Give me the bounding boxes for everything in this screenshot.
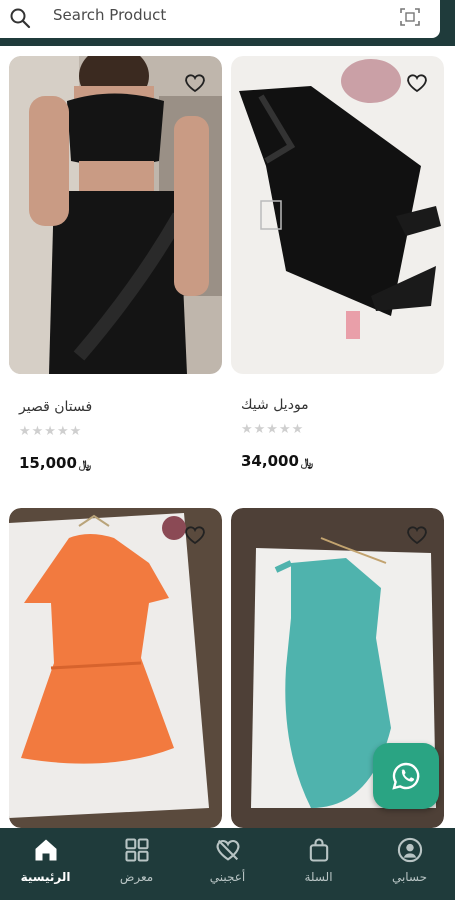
price-value: 34,000	[241, 452, 299, 470]
currency-symbol: ﷼	[78, 458, 92, 471]
product-name[interactable]: موديل شيك	[231, 397, 444, 413]
rating-stars: ★★★★★	[19, 424, 83, 439]
nav-item-favorites[interactable]: أعجبني	[182, 828, 273, 900]
heart-off-icon[interactable]	[214, 836, 242, 864]
bottom-navigation: الرئيسية معرض أعجبني السلة حسابي	[0, 828, 455, 900]
nav-label-gallery: معرض	[119, 870, 154, 884]
heart-icon[interactable]	[183, 71, 207, 95]
favorite-button[interactable]	[402, 520, 432, 550]
nav-label-home: الرئيسية	[20, 870, 71, 884]
nav-label-cart: السلة	[304, 870, 333, 884]
product-price: 15,000 ﷼	[19, 454, 91, 472]
product-card[interactable]	[9, 508, 222, 828]
product-name[interactable]: فستان قصير	[9, 399, 222, 415]
nav-item-gallery[interactable]: معرض	[91, 828, 182, 900]
product-image[interactable]	[9, 56, 222, 374]
price-value: 15,000	[19, 454, 77, 472]
currency-symbol: ﷼	[300, 456, 314, 469]
user-icon[interactable]	[396, 836, 424, 864]
heart-icon[interactable]	[183, 523, 207, 547]
product-grid: فستان قصير ★★★★★ 15,000 ﷼ موديل شيك ★★★★…	[0, 46, 455, 828]
home-icon[interactable]	[32, 836, 60, 864]
whatsapp-icon[interactable]	[390, 760, 422, 792]
rating-stars: ★★★★★	[241, 422, 305, 437]
product-card[interactable]: موديل شيك ★★★★★ 34,000 ﷼	[231, 56, 444, 496]
heart-icon[interactable]	[405, 71, 429, 95]
nav-label-account: حسابي	[391, 870, 428, 884]
nav-item-account[interactable]: حسابي	[364, 828, 455, 900]
product-image[interactable]	[231, 56, 444, 374]
heart-icon[interactable]	[405, 523, 429, 547]
product-image[interactable]	[9, 508, 222, 828]
product-card[interactable]: فستان قصير ★★★★★ 15,000 ﷼	[9, 56, 222, 496]
nav-label-favorites: أعجبني	[209, 870, 246, 884]
bag-icon[interactable]	[305, 836, 333, 864]
favorite-button[interactable]	[180, 520, 210, 550]
search-bar[interactable]: Search Product	[0, 0, 440, 38]
top-bar: Search Product	[0, 0, 455, 46]
grid-icon[interactable]	[123, 836, 151, 864]
favorite-button[interactable]	[180, 68, 210, 98]
whatsapp-button[interactable]	[373, 743, 439, 809]
nav-item-cart[interactable]: السلة	[273, 828, 364, 900]
search-input[interactable]: Search Product	[53, 6, 166, 24]
nav-item-home[interactable]: الرئيسية	[0, 828, 91, 900]
scan-icon[interactable]	[398, 5, 422, 29]
favorite-button[interactable]	[402, 68, 432, 98]
search-icon[interactable]	[8, 6, 32, 30]
product-price: 34,000 ﷼	[241, 452, 313, 470]
